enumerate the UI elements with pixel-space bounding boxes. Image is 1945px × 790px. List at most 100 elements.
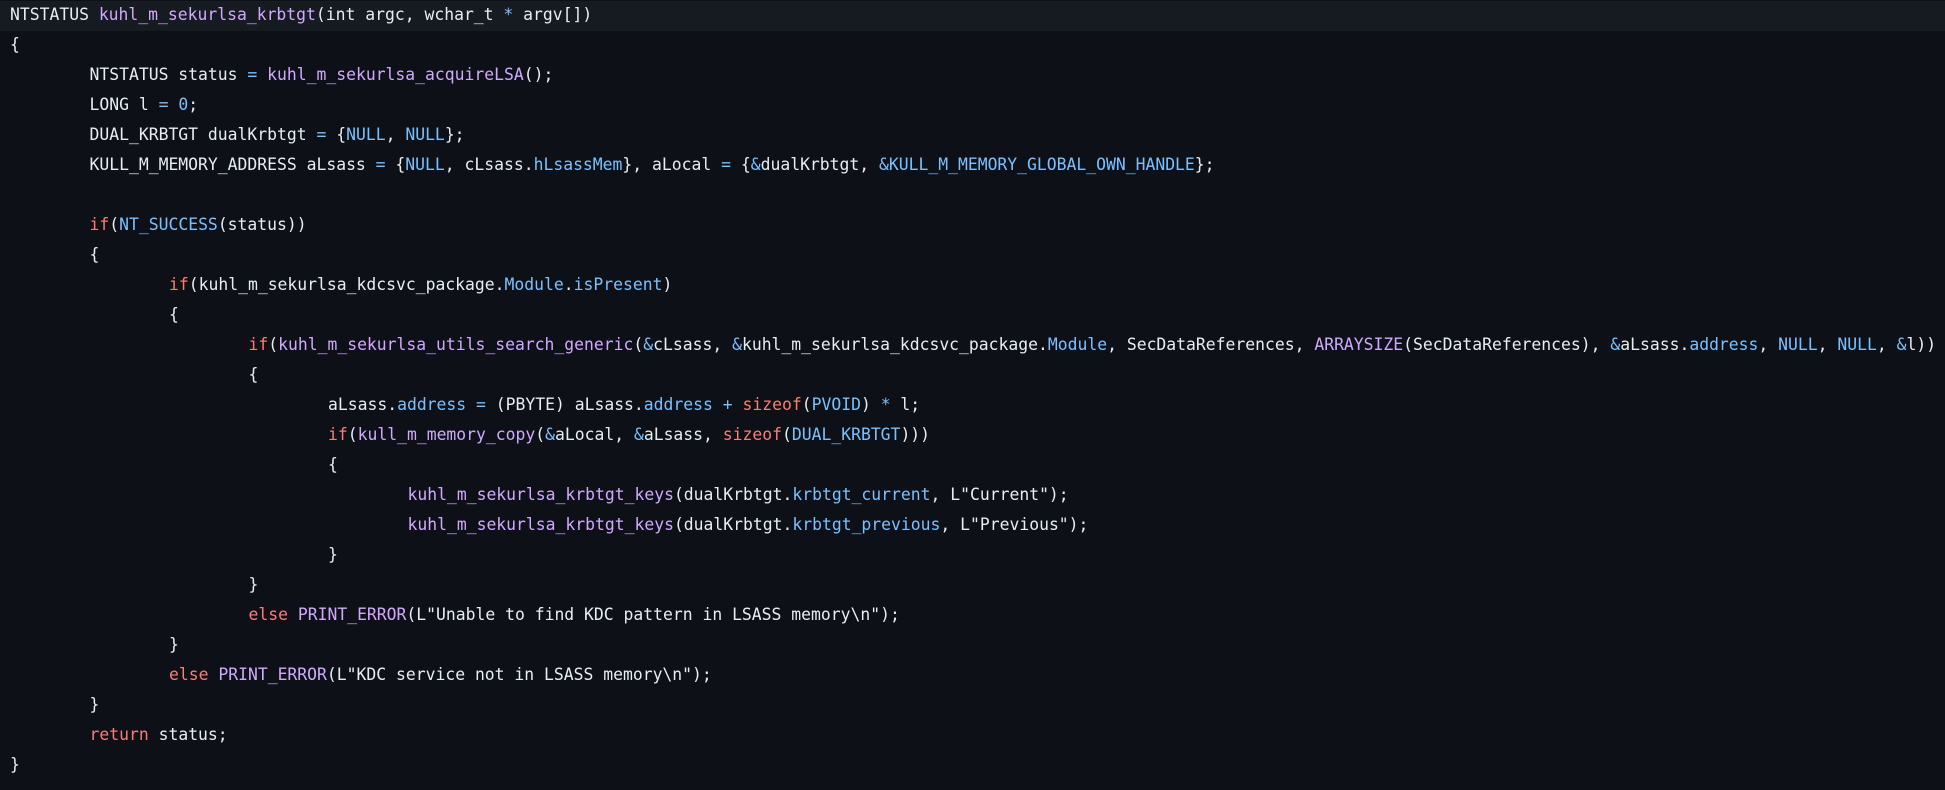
code-token: (PBYTE) aLsass. bbox=[485, 395, 644, 414]
code-token: (int argc, wchar_t bbox=[315, 5, 504, 24]
code-token: cLsass, bbox=[653, 335, 733, 354]
code-token: dualKrbtgt, bbox=[760, 155, 880, 174]
code-line: if(kuhl_m_sekurlsa_kdcsvc_package.Module… bbox=[0, 271, 1945, 301]
code-token: l; bbox=[890, 395, 921, 414]
code-token: PVOID bbox=[811, 395, 861, 414]
code-line: else PRINT_ERROR(L"Unable to find KDC pa… bbox=[0, 601, 1945, 631]
code-token: NTSTATUS bbox=[10, 5, 99, 24]
code-line-content: } bbox=[169, 631, 179, 659]
code-line: { bbox=[0, 301, 1945, 331]
code-line: { bbox=[0, 241, 1945, 271]
code-token: & bbox=[643, 335, 654, 354]
code-line-content: kuhl_m_sekurlsa_krbtgt_keys(dualKrbtgt.k… bbox=[408, 481, 1069, 509]
code-token: NT_SUCCESS bbox=[119, 215, 218, 234]
code-token: , bbox=[385, 125, 406, 144]
code-line-content: { bbox=[249, 361, 259, 389]
code-line-content: else PRINT_ERROR(L"Unable to find KDC pa… bbox=[249, 601, 900, 629]
code-token: ( bbox=[782, 425, 792, 444]
code-token: hLsassMem bbox=[533, 155, 623, 174]
code-token: { bbox=[89, 245, 100, 264]
code-token: l)) bbox=[1906, 335, 1937, 354]
code-token: NULL bbox=[405, 155, 445, 174]
code-token: Module bbox=[504, 275, 564, 294]
code-line-content: if(kuhl_m_sekurlsa_kdcsvc_package.Module… bbox=[169, 271, 672, 299]
code-token: NULL bbox=[1778, 335, 1818, 354]
code-token: , cLsass. bbox=[444, 155, 534, 174]
code-token: sizeof bbox=[742, 395, 802, 414]
code-token: PRINT_ERROR bbox=[218, 665, 327, 684]
code-line: kuhl_m_sekurlsa_krbtgt_keys(dualKrbtgt.k… bbox=[0, 481, 1945, 511]
code-token: kuhl_m_sekurlsa_kdcsvc_package. bbox=[741, 335, 1048, 354]
code-line: } bbox=[0, 541, 1945, 571]
code-token: { bbox=[10, 35, 20, 54]
code-token: (L"Unable to find KDC pattern in LSASS m… bbox=[406, 605, 900, 624]
code-line-content: kuhl_m_sekurlsa_krbtgt_keys(dualKrbtgt.k… bbox=[408, 511, 1089, 539]
code-line: { bbox=[0, 361, 1945, 391]
code-token: } bbox=[248, 575, 259, 594]
code-editor[interactable]: NTSTATUS kuhl_m_sekurlsa_krbtgt(int argc… bbox=[0, 0, 1945, 790]
code-token: (kuhl_m_sekurlsa_kdcsvc_package. bbox=[188, 275, 505, 294]
code-token: (); bbox=[523, 65, 554, 84]
code-token: ) bbox=[860, 395, 881, 414]
code-token: status; bbox=[148, 725, 228, 744]
code-token: } bbox=[89, 695, 100, 714]
code-line-content: { bbox=[328, 451, 338, 479]
code-line-content: LONG l = 0; bbox=[90, 91, 199, 119]
code-token: ; bbox=[188, 95, 199, 114]
code-line-content: if(kuhl_m_sekurlsa_utils_search_generic(… bbox=[249, 331, 1937, 359]
code-line: else PRINT_ERROR(L"KDC service not in LS… bbox=[0, 661, 1945, 691]
code-token: ARRAYSIZE bbox=[1314, 335, 1404, 354]
code-token: NULL bbox=[346, 125, 386, 144]
code-token: , L"Current"); bbox=[930, 485, 1069, 504]
code-token: , L"Previous"); bbox=[940, 515, 1089, 534]
code-token: ( bbox=[268, 335, 279, 354]
code-token: aLsass. bbox=[328, 395, 398, 414]
code-token: ( bbox=[535, 425, 546, 444]
code-line: { bbox=[0, 31, 1945, 61]
code-token: & bbox=[1610, 335, 1621, 354]
code-line: } bbox=[0, 751, 1945, 781]
code-token: ( bbox=[109, 215, 120, 234]
code-line: kuhl_m_sekurlsa_krbtgt_keys(dualKrbtgt.k… bbox=[0, 511, 1945, 541]
code-token: sizeof bbox=[722, 425, 782, 444]
code-token: . bbox=[563, 275, 574, 294]
code-line-content: } bbox=[249, 571, 259, 599]
code-token: aLsass. bbox=[1620, 335, 1690, 354]
code-line-content: } bbox=[90, 691, 100, 719]
code-token: , bbox=[1876, 335, 1897, 354]
code-token: PRINT_ERROR bbox=[297, 605, 407, 624]
code-token: if bbox=[248, 335, 269, 354]
code-line-content: NTSTATUS status = kuhl_m_sekurlsa_acquir… bbox=[90, 61, 554, 89]
code-token: &KULL_M_MEMORY_GLOBAL_OWN_HANDLE bbox=[879, 155, 1195, 174]
code-token: else bbox=[169, 665, 209, 684]
code-token: kuhl_m_sekurlsa_acquireLSA bbox=[267, 65, 524, 84]
code-line: } bbox=[0, 631, 1945, 661]
code-token: address bbox=[1689, 335, 1759, 354]
code-token: * bbox=[880, 395, 891, 414]
code-token: , bbox=[1758, 335, 1779, 354]
code-token: kuhl_m_sekurlsa_krbtgt_keys bbox=[407, 485, 674, 504]
code-token: kuhl_m_sekurlsa_krbtgt_keys bbox=[407, 515, 674, 534]
code-line: NTSTATUS status = kuhl_m_sekurlsa_acquir… bbox=[0, 61, 1945, 91]
code-token: (dualKrbtgt. bbox=[673, 485, 793, 504]
code-token: kuhl_m_sekurlsa_krbtgt bbox=[98, 5, 316, 24]
code-token: }; bbox=[1194, 155, 1215, 174]
code-token: (L"KDC service not in LSASS memory\n"); bbox=[326, 665, 712, 684]
code-token: else bbox=[248, 605, 288, 624]
code-token: 0 bbox=[178, 95, 189, 114]
code-token: aLsass, bbox=[643, 425, 723, 444]
code-token: address bbox=[643, 395, 713, 414]
code-token: kull_m_memory_copy bbox=[357, 425, 536, 444]
code-token: KULL_M_MEMORY_ADDRESS aLsass bbox=[89, 155, 376, 174]
code-token: NTSTATUS status bbox=[89, 65, 248, 84]
code-line-content: if(NT_SUCCESS(status)) bbox=[90, 211, 307, 239]
code-token: = bbox=[158, 95, 169, 114]
code-line-content: NTSTATUS kuhl_m_sekurlsa_krbtgt(int argc… bbox=[10, 1, 592, 29]
code-token: DUAL_KRBTGT dualKrbtgt bbox=[89, 125, 317, 144]
code-token: { bbox=[328, 455, 338, 474]
code-token: & bbox=[633, 425, 644, 444]
